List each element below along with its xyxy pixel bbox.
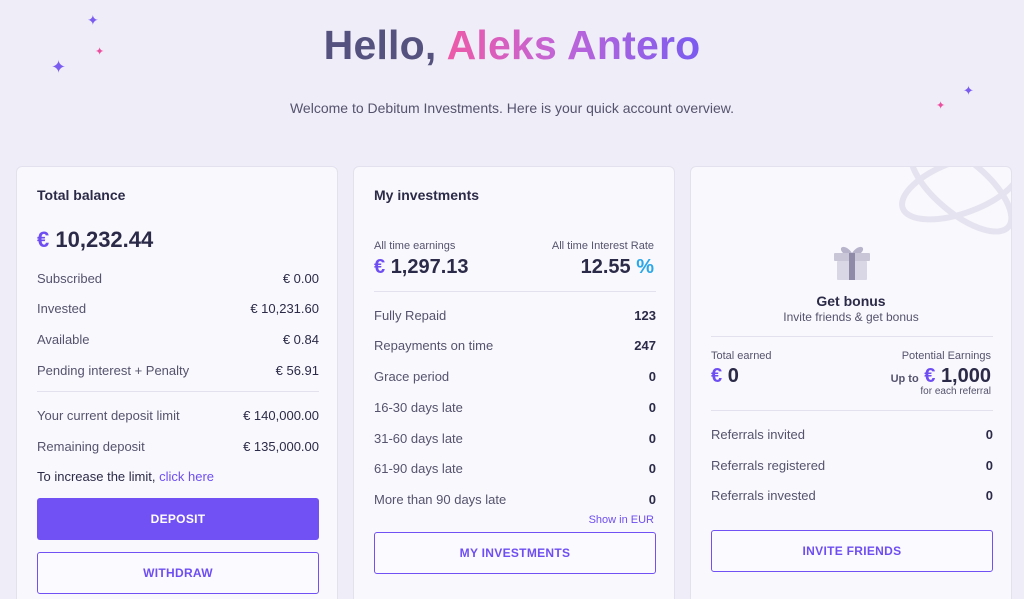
referral-row-registered: Referrals registered 0 [711,457,993,473]
balance-row-subscribed: Subscribed € 0.00 [37,270,319,286]
euro-icon: € [374,256,386,278]
gift-icon [834,246,870,280]
limit-note: To increase the limit, click here [37,469,215,484]
increase-limit-link[interactable]: click here [159,469,214,484]
interest-rate-label: All time Interest Rate [551,240,654,252]
orbit-decoration-icon [899,167,1011,235]
total-earned-value: € 0 [711,365,739,387]
investment-row-grace: Grace period 0 [374,368,656,384]
total-earned-label: Total earned [711,350,772,362]
euro-icon: € [711,365,723,387]
percent-icon: % [636,256,654,278]
investment-row-on-time: Repayments on time 247 [374,337,656,353]
bonus-subtitle: Invite friends & get bonus [783,310,919,324]
referral-row-invited: Referrals invited 0 [711,426,993,442]
user-name: Aleks Antero [446,22,701,68]
deposit-button[interactable]: DEPOSIT [37,498,319,540]
withdraw-button[interactable]: WITHDRAW [37,552,319,594]
show-in-eur-link[interactable]: Show in EUR [589,514,654,526]
total-balance-value: € 10,232.44 [37,227,154,252]
sparkle-icon: ✦ [963,83,974,98]
get-bonus-card: Get bonus Invite friends & get bonus Tot… [690,166,1012,599]
investment-row-fully-repaid: Fully Repaid 123 [374,307,656,323]
investment-row-90-plus: More than 90 days late 0 [374,491,656,507]
all-time-earnings-label: All time earnings [374,240,456,252]
page-title: Hello, Aleks Antero [0,22,1024,69]
greeting: Hello, [323,22,437,68]
euro-icon: € [924,365,936,387]
euro-icon: € [37,227,50,252]
total-balance-card: Total balance € 10,232.44 Subscribed € 0… [16,166,338,599]
balance-row-pending: Pending interest + Penalty € 56.91 [37,362,319,378]
card-title: Total balance [37,187,126,203]
potential-earnings-label: Potential Earnings [901,350,991,362]
investment-row-31-60: 31-60 days late 0 [374,430,656,446]
divider [711,410,993,411]
my-investments-card: My investments All time earnings € 1,297… [353,166,675,599]
my-investments-button[interactable]: MY INVESTMENTS [374,532,656,574]
balance-row-invested: Invested € 10,231.60 [37,300,319,316]
remaining-deposit-row: Remaining deposit € 135,000.00 [37,438,319,454]
deposit-limit-row: Your current deposit limit € 140,000.00 [37,407,319,423]
interest-rate-value: 12.55 % [580,256,654,278]
page-subtitle: Welcome to Debitum Investments. Here is … [289,100,735,116]
investment-row-61-90: 61-90 days late 0 [374,460,656,476]
bonus-title: Get bonus [816,293,886,309]
divider [711,336,993,337]
investment-row-16-30: 16-30 days late 0 [374,399,656,415]
for-each-referral-note: for each referral [920,386,991,397]
card-title: My investments [374,187,480,203]
invite-friends-button[interactable]: INVITE FRIENDS [711,530,993,572]
divider [374,291,656,292]
referral-row-invested: Referrals invested 0 [711,487,993,503]
balance-row-available: Available € 0.84 [37,331,319,347]
potential-earnings-value: Up to € 1,000 [890,365,991,387]
all-time-earnings-value: € 1,297.13 [374,256,469,278]
divider [37,391,319,392]
